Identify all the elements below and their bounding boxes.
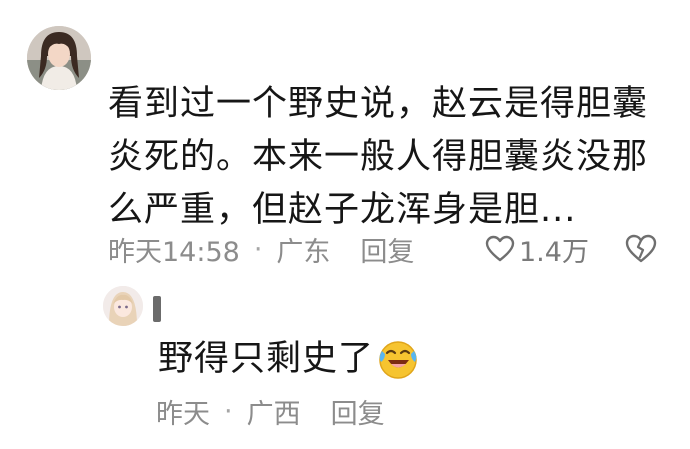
like-count: 1.4万 — [519, 236, 589, 268]
avatar[interactable] — [27, 26, 91, 90]
reply-time: 昨天 — [156, 398, 210, 430]
broken-heart-icon — [625, 234, 657, 263]
reply-text-row: 野得只剩史了 — [158, 336, 420, 382]
heart-icon — [485, 235, 515, 262]
reply-location: 广西 — [246, 398, 301, 430]
laughing-crying-emoji-icon — [379, 341, 417, 379]
reply-to-reply-button[interactable]: 回复 — [331, 392, 385, 431]
comment-location: 广东 — [276, 236, 331, 268]
reply-avatar[interactable] — [103, 286, 143, 326]
comment-time: 昨天14:58 — [108, 236, 240, 268]
meta-separator: · — [224, 395, 233, 427]
reply-username-redacted — [153, 296, 161, 322]
reply-meta: 昨天 · 广西 回复 — [156, 391, 385, 431]
comment-text: 看到过一个野史说，赵云是得胆囊炎死的。本来一般人得胆囊炎没那么严重，但赵子龙浑身… — [108, 84, 649, 230]
user-avatar-image — [27, 26, 91, 90]
dislike-button[interactable] — [624, 233, 658, 265]
reply-button[interactable]: 回复 — [360, 230, 414, 269]
reply-user-avatar-image — [103, 286, 143, 326]
meta-separator: · — [253, 233, 263, 265]
like-button[interactable]: 1.4万 — [485, 229, 589, 269]
comment-meta: 昨天14:58 · 广东 回复 — [108, 229, 414, 269]
reply-text: 野得只剩史了 — [158, 339, 375, 379]
